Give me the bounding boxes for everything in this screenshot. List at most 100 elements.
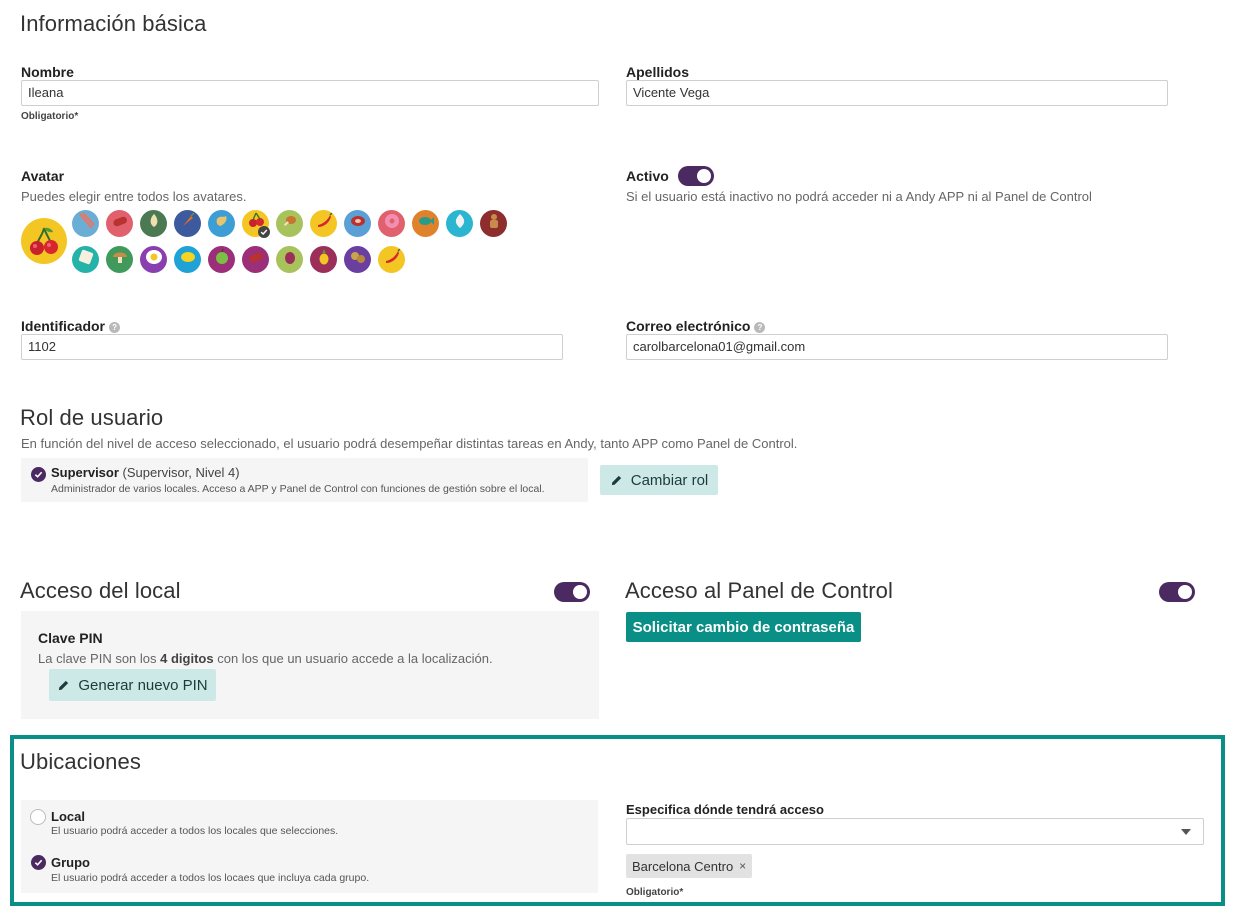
panel-access-toggle[interactable] — [1159, 582, 1195, 602]
avatar-option[interactable] — [344, 246, 371, 273]
check-icon — [31, 467, 46, 482]
avatar-grid-row-1 — [72, 210, 522, 240]
activo-help: Si el usuario está inactivo no podrá acc… — [626, 189, 1092, 204]
specify-access-label: Especifica dónde tendrá acceso — [626, 802, 824, 817]
pencil-icon — [611, 475, 621, 485]
chili-icon — [381, 246, 403, 273]
avatar-option[interactable] — [72, 246, 99, 273]
chevron-down-icon[interactable] — [1181, 829, 1191, 835]
change-role-button[interactable]: Cambiar rol — [600, 465, 718, 495]
nombre-required-note: Obligatorio* — [21, 111, 79, 122]
lemon-icon — [177, 246, 199, 273]
avatar-option[interactable] — [480, 210, 507, 237]
mushroom-icon — [109, 246, 131, 273]
pencil-icon — [59, 680, 69, 690]
radio-group-label: Grupo — [51, 855, 90, 870]
role-level: (Supervisor, Nivel 4) — [122, 465, 240, 480]
avatar-option[interactable] — [344, 210, 371, 237]
generate-pin-button-label: Generar nuevo PIN — [78, 676, 208, 694]
role-card: Supervisor (Supervisor, Nivel 4) Adminis… — [21, 458, 588, 502]
fish-icon — [415, 210, 437, 237]
identificador-label-text: Identificador — [21, 318, 106, 334]
sausage-icon — [109, 210, 131, 237]
email-input[interactable]: carolbarcelona01@gmail.com — [626, 334, 1168, 360]
apellidos-label: Apellidos — [626, 64, 690, 80]
request-password-change-button[interactable]: Solicitar cambio de contraseña — [626, 612, 861, 642]
identificador-input[interactable]: 1102 — [21, 334, 563, 360]
avatar-option[interactable] — [208, 246, 235, 273]
garlic-icon — [143, 210, 165, 237]
location-select[interactable] — [626, 818, 1204, 845]
toast-icon — [75, 246, 97, 273]
activo-toggle[interactable] — [678, 166, 714, 186]
radio-local-label: Local — [51, 809, 85, 824]
avatar-option[interactable] — [446, 210, 473, 237]
avatar-option[interactable] — [208, 210, 235, 237]
pin-help-post: con los que un usuario accede a la local… — [217, 651, 493, 666]
carrot-icon — [177, 210, 199, 237]
avatar-option[interactable] — [276, 246, 303, 273]
avatar-option[interactable] — [106, 246, 133, 273]
avatar-option[interactable] — [310, 210, 337, 237]
help-icon[interactable]: ? — [109, 322, 121, 333]
email-label-text: Correo electrónico — [626, 318, 751, 334]
role-name-line: Supervisor (Supervisor, Nivel 4) — [51, 465, 240, 480]
close-icon[interactable]: × — [739, 859, 746, 873]
avatar-help: Puedes elegir entre todos los avatares. — [21, 189, 247, 204]
avatar-option[interactable] — [140, 210, 167, 237]
avatar-option[interactable] — [174, 210, 201, 237]
pineapple-icon — [313, 246, 335, 273]
avatar-option[interactable] — [72, 210, 99, 237]
radio-local[interactable] — [30, 809, 46, 825]
egg-icon — [143, 246, 165, 273]
nombre-input[interactable]: Ileana — [21, 80, 599, 106]
role-name: Supervisor — [51, 465, 119, 480]
steak-icon — [347, 210, 369, 237]
locations-required-note: Obligatorio* — [626, 887, 684, 898]
avatar-label: Avatar — [21, 168, 65, 184]
avatar-option[interactable] — [242, 210, 270, 238]
avatar-option[interactable] — [378, 246, 405, 273]
selected-avatar — [21, 218, 67, 264]
location-type-panel: Local El usuario podrá acceder a todos l… — [21, 800, 598, 893]
section-title-role: Rol de usuario — [20, 405, 164, 430]
radio-local-help: El usuario podrá acceder a todos los loc… — [51, 825, 339, 837]
avatar-option[interactable] — [106, 210, 133, 237]
chili-icon — [313, 210, 335, 237]
drumstick-icon — [279, 210, 301, 237]
avatar-grid-row-2 — [72, 246, 522, 276]
bacon-icon — [75, 210, 97, 237]
section-title-locations: Ubicaciones — [20, 749, 141, 774]
cherry-icon — [30, 227, 58, 255]
pin-help-bold: 4 digitos — [160, 651, 214, 666]
generate-pin-button[interactable]: Generar nuevo PIN — [49, 669, 216, 701]
cookie-man-icon — [483, 210, 505, 237]
pin-help: La clave PIN son los 4 digitos con los q… — [38, 651, 493, 666]
nombre-label: Nombre — [21, 64, 74, 80]
location-tag-label: Barcelona Centro — [632, 858, 734, 874]
avatar-option[interactable] — [174, 246, 201, 273]
onion-icon — [449, 210, 471, 237]
radio-group-checked[interactable] — [31, 855, 46, 870]
potato-icon — [279, 246, 301, 273]
apellidos-input[interactable]: Vicente Vega — [626, 80, 1168, 106]
section-title-panel-access: Acceso al Panel de Control — [625, 578, 893, 603]
role-help: En función del nivel de acceso seleccion… — [21, 436, 798, 451]
pin-help-pre: La clave PIN son los — [38, 651, 157, 666]
avatar-option[interactable] — [412, 210, 439, 237]
role-description: Administrador de varios locales. Acceso … — [51, 483, 545, 495]
sausage-icon — [245, 246, 267, 273]
help-icon[interactable]: ? — [754, 322, 766, 333]
avatar-option[interactable] — [242, 246, 269, 273]
local-access-toggle[interactable] — [554, 582, 590, 602]
section-title-local-access: Acceso del local — [20, 578, 181, 603]
potatoes-icon — [347, 246, 369, 273]
apple-icon — [211, 246, 233, 273]
ginger-icon — [211, 210, 233, 237]
identificador-label: Identificador? — [21, 318, 121, 334]
avatar-option[interactable] — [378, 210, 405, 237]
location-tag: Barcelona Centro × — [626, 854, 753, 878]
avatar-option[interactable] — [140, 246, 167, 273]
avatar-option[interactable] — [276, 210, 303, 237]
avatar-option[interactable] — [310, 246, 337, 273]
